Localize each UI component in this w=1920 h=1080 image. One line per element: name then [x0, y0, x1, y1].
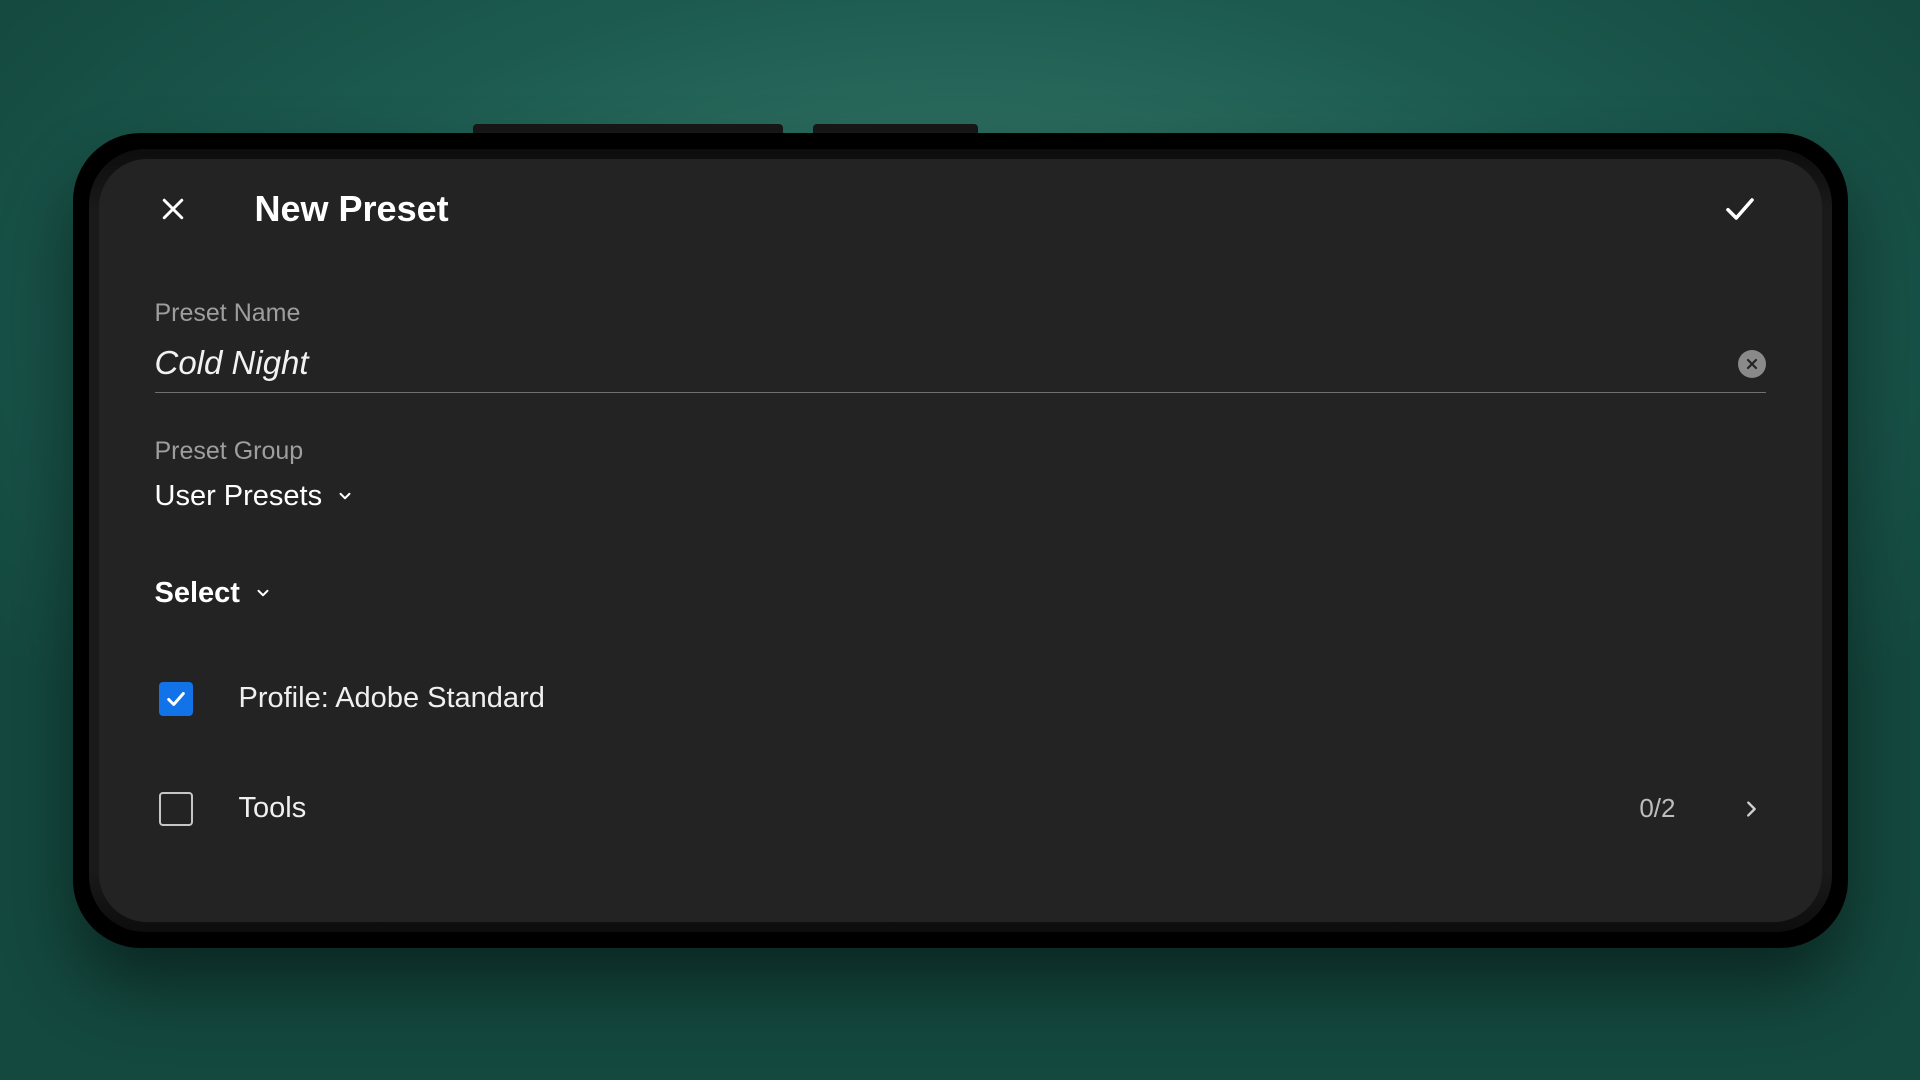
chevron-right-icon: [1740, 798, 1762, 820]
phone-bezel: New Preset Preset Name Preset Group User…: [89, 149, 1832, 932]
confirm-button[interactable]: [1718, 187, 1762, 231]
option-label: Tools: [239, 792, 1594, 825]
close-icon: [158, 194, 188, 224]
preset-group-picker[interactable]: User Presets: [155, 480, 1766, 513]
header-left: New Preset: [151, 187, 449, 231]
page-title: New Preset: [255, 188, 449, 230]
chevron-down-icon: [336, 487, 354, 505]
chevron-down-icon: [254, 584, 272, 602]
option-row-profile: Profile: Adobe Standard: [155, 666, 1766, 732]
app-screen: New Preset Preset Name Preset Group User…: [99, 159, 1822, 922]
dialog-header: New Preset: [143, 183, 1778, 245]
select-label: Select: [155, 577, 240, 610]
preset-group-value: User Presets: [155, 480, 323, 513]
select-all-picker[interactable]: Select: [155, 577, 1766, 610]
option-label: Profile: Adobe Standard: [239, 682, 1762, 715]
phone-frame: New Preset Preset Name Preset Group User…: [73, 133, 1848, 948]
option-checkbox[interactable]: [159, 792, 193, 826]
clear-name-button[interactable]: [1738, 350, 1766, 378]
checkmark-icon: [165, 688, 187, 710]
preset-name-label: Preset Name: [155, 299, 1766, 328]
preset-group-label: Preset Group: [155, 437, 1766, 466]
option-row-tools[interactable]: Tools 0/2: [155, 776, 1766, 842]
option-checkbox[interactable]: [159, 682, 193, 716]
preset-name-input[interactable]: [155, 342, 1710, 386]
preset-name-row: [155, 342, 1766, 393]
dialog-content: Preset Name Preset Group User Presets Se…: [143, 245, 1778, 922]
check-icon: [1722, 191, 1758, 227]
close-button[interactable]: [151, 187, 195, 231]
clear-icon: [1744, 356, 1760, 372]
option-count: 0/2: [1639, 793, 1675, 824]
